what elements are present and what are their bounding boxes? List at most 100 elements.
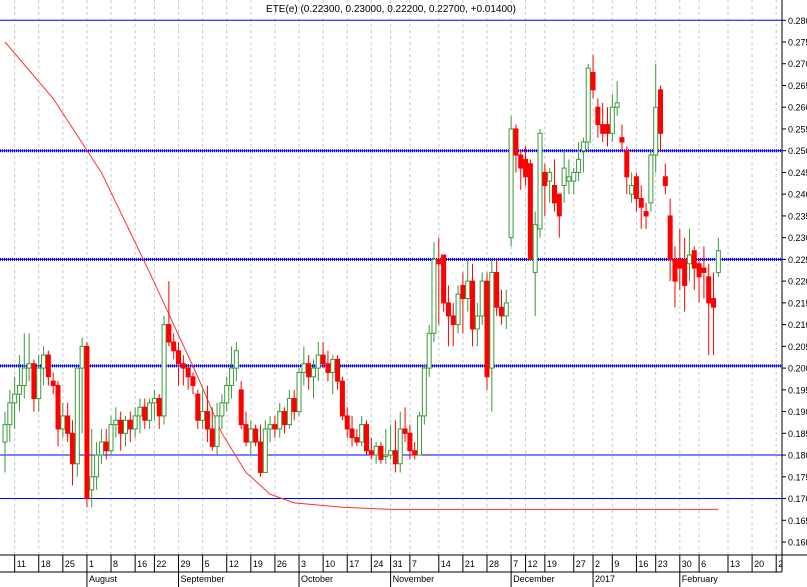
candle-body xyxy=(441,254,447,304)
candle xyxy=(166,281,172,347)
candle-body xyxy=(580,141,586,152)
candle xyxy=(715,237,721,277)
candle xyxy=(561,150,567,203)
candle xyxy=(195,389,201,429)
candle xyxy=(513,124,519,173)
x-tick-label: 19 xyxy=(547,559,557,569)
candle-body xyxy=(436,258,442,265)
candle xyxy=(383,428,389,464)
y-tick-label: 0.165 xyxy=(788,516,807,526)
candle xyxy=(571,168,577,195)
candle-body xyxy=(204,411,210,430)
candle-body xyxy=(195,393,201,421)
candle-body xyxy=(523,158,529,178)
candle-body xyxy=(686,254,692,265)
candle xyxy=(378,442,384,464)
candle-body xyxy=(551,184,557,204)
candle-body xyxy=(359,424,365,443)
y-tick-label: 0.220 xyxy=(788,277,807,287)
candle-body xyxy=(306,363,312,378)
x-tick-label: 26 xyxy=(277,559,287,569)
candle-body xyxy=(55,384,61,430)
candle xyxy=(123,415,128,447)
candle-body xyxy=(209,428,215,447)
y-tick-label: 0.275 xyxy=(788,38,807,48)
candle-body xyxy=(595,106,601,126)
candle-body xyxy=(547,171,553,182)
candle-body xyxy=(619,137,625,143)
candle-body xyxy=(585,67,591,143)
candle-body xyxy=(532,224,538,273)
candle-body xyxy=(233,350,239,369)
candlestick-chart[interactable]: 0.160 0.165 0.170 0.175 0.180 0.185 0.190 0.195… xyxy=(0,0,807,587)
candle-body xyxy=(691,250,697,269)
candle xyxy=(286,389,292,429)
candle-body xyxy=(576,158,582,173)
candle xyxy=(407,424,413,460)
candle xyxy=(547,168,553,203)
candle-body xyxy=(412,450,418,456)
y-tick-label: 0.170 xyxy=(788,494,807,504)
candle-body xyxy=(272,424,278,430)
candle-body xyxy=(31,363,37,400)
candle-body xyxy=(662,176,668,186)
candle xyxy=(132,407,138,438)
candle-body xyxy=(151,398,157,404)
x-tick-label: 25 xyxy=(65,559,75,569)
candle xyxy=(233,342,239,382)
candle-body xyxy=(571,171,577,182)
candle xyxy=(417,411,423,456)
candle xyxy=(498,289,504,325)
candle xyxy=(421,363,427,425)
candle xyxy=(118,411,124,451)
candle xyxy=(108,415,114,456)
x-tick-label: 20 xyxy=(754,559,764,569)
candle-body xyxy=(161,324,167,417)
candle-body xyxy=(368,450,374,456)
candle-body xyxy=(243,424,249,443)
candle xyxy=(532,211,538,316)
candle xyxy=(388,424,394,460)
chart-window: 0.160 0.165 0.170 0.175 0.180 0.185 0.190 0.195… xyxy=(0,0,807,587)
candle-body xyxy=(513,128,519,156)
candle xyxy=(113,407,119,438)
x-tick-label: 28 xyxy=(489,559,499,569)
y-tick-label: 0.230 xyxy=(788,233,807,243)
candle-body xyxy=(629,184,635,195)
candle xyxy=(55,381,61,447)
candle xyxy=(503,289,509,329)
candle-body xyxy=(407,432,413,452)
candle-body xyxy=(653,106,659,156)
y-tick-label: 0.215 xyxy=(788,298,807,308)
candle xyxy=(79,337,85,434)
candle xyxy=(426,324,432,377)
y-tick-label: 0.160 xyxy=(788,538,807,548)
month-label: February xyxy=(682,574,719,584)
candle xyxy=(354,428,360,447)
candle xyxy=(412,442,418,460)
y-tick-label: 0.260 xyxy=(788,103,807,113)
candle-body xyxy=(537,132,543,230)
y-tick-label: 0.280 xyxy=(788,16,807,26)
candle-body xyxy=(26,363,32,369)
candle xyxy=(576,142,582,182)
candle-body xyxy=(344,415,350,430)
candle xyxy=(465,259,471,312)
x-tick-label: 16 xyxy=(137,559,147,569)
candle xyxy=(127,411,133,443)
candle-body xyxy=(383,454,389,458)
candle xyxy=(508,115,514,247)
month-label: October xyxy=(301,574,333,584)
candle xyxy=(41,346,47,386)
candle xyxy=(523,146,529,186)
y-tick-label: 0.270 xyxy=(788,59,807,69)
candle-body xyxy=(590,71,596,91)
candle xyxy=(701,246,707,299)
candle xyxy=(12,376,18,429)
candle xyxy=(161,315,167,425)
candle-body xyxy=(7,402,13,426)
candle xyxy=(98,428,104,464)
x-tick-label: 29 xyxy=(181,559,191,569)
candle xyxy=(368,437,374,460)
candle-body xyxy=(156,398,162,417)
